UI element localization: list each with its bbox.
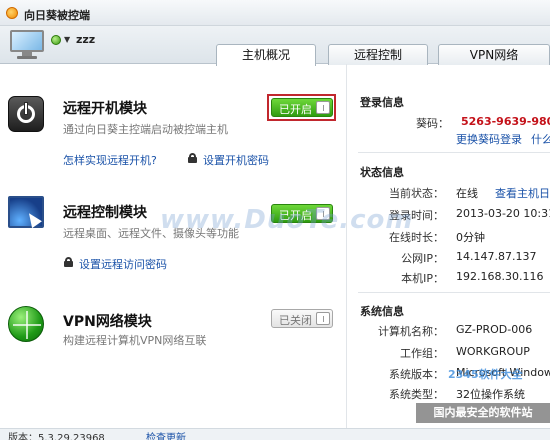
toggle-knob: [316, 101, 330, 114]
power-module-toggle[interactable]: 已开启: [271, 98, 333, 117]
system-info-title: 系统信息: [360, 305, 404, 318]
power-password-link[interactable]: 设置开机密码: [203, 152, 269, 168]
workgroup-label: 工作组：: [400, 347, 444, 360]
user-name: zzz: [76, 33, 96, 46]
section-separator: [358, 152, 550, 153]
computer-name-value: GZ-PROD-006: [456, 323, 533, 336]
status-label: 当前状态：: [389, 187, 444, 200]
remote-desktop-icon: [8, 196, 44, 229]
header: ▼ zzz 主机概况 远程控制 VPN网络: [0, 26, 550, 66]
vpn-globe-icon: [8, 306, 44, 342]
login-time-value: 2013-03-20 10:31:0: [456, 207, 550, 220]
vpn-toggle-label: 已关闭: [279, 314, 312, 327]
toggle-knob: [316, 312, 330, 325]
status-dropdown-caret-icon[interactable]: ▼: [64, 35, 70, 44]
site-slogan-watermark: 国内最安全的软件站: [416, 403, 550, 423]
power-icon: [8, 96, 44, 132]
site-logo-watermark: 2345软件大全: [448, 368, 523, 381]
window-title: 向日葵被控端: [24, 9, 90, 22]
computer-name-label: 计算机名称：: [378, 325, 444, 338]
what-is-link[interactable]: 什么: [531, 131, 550, 147]
workgroup-value: WORKGROUP: [456, 345, 530, 358]
sunflower-app-icon: [6, 7, 18, 19]
vpn-module-desc: 构建远程计算机VPN网络互联: [63, 334, 207, 347]
title-bar: 向日葵被控端: [0, 0, 550, 26]
remote-module-title: 远程控制模块: [63, 205, 147, 221]
online-duration-value: 0分钟: [456, 231, 485, 244]
login-info-title: 登录信息: [360, 96, 404, 109]
change-code-link[interactable]: 更换葵码登录: [456, 131, 522, 147]
version-text: 版本：5.3.29.23968: [8, 433, 105, 440]
os-type-label: 系统类型：: [389, 388, 444, 401]
section-separator: [358, 292, 550, 293]
computer-monitor-icon: [10, 30, 44, 60]
lock-icon: [64, 257, 73, 267]
tab-remote-control[interactable]: 远程控制: [328, 44, 428, 65]
lock-icon: [188, 153, 197, 163]
local-ip-value: 192.168.30.116: [456, 270, 544, 283]
remote-password-link[interactable]: 设置远程访问密码: [79, 256, 167, 272]
public-ip-value: 14.147.87.137: [456, 250, 537, 263]
panel-divider: [346, 64, 347, 428]
vpn-module-title: VPN网络模块: [63, 314, 152, 330]
code-label: 葵码：: [416, 117, 449, 130]
os-type-value: 32位操作系统: [456, 388, 525, 401]
check-update-link[interactable]: 检查更新: [146, 429, 186, 440]
tab-vpn-network[interactable]: VPN网络: [438, 44, 550, 65]
power-module-desc: 通过向日葵主控端启动被控端主机: [63, 123, 228, 136]
vpn-module-toggle[interactable]: 已关闭: [271, 309, 333, 328]
power-howto-link[interactable]: 怎样实现远程开机?: [63, 152, 157, 168]
power-module-title: 远程开机模块: [63, 101, 147, 117]
view-log-link[interactable]: 查看主机日志: [495, 185, 550, 201]
power-toggle-label: 已开启: [279, 103, 312, 116]
code-value: 5263-9639-9806-: [461, 115, 550, 128]
status-value: 在线: [456, 187, 478, 200]
tab-host-overview[interactable]: 主机概况: [216, 44, 316, 66]
duote-watermark: www.DuoTe.com: [160, 205, 414, 235]
os-version-label: 系统版本：: [389, 368, 444, 381]
local-ip-label: 本机IP：: [401, 272, 444, 285]
public-ip-label: 公网IP：: [401, 252, 444, 265]
status-info-title: 状态信息: [360, 166, 404, 179]
online-status-icon[interactable]: [51, 35, 61, 45]
